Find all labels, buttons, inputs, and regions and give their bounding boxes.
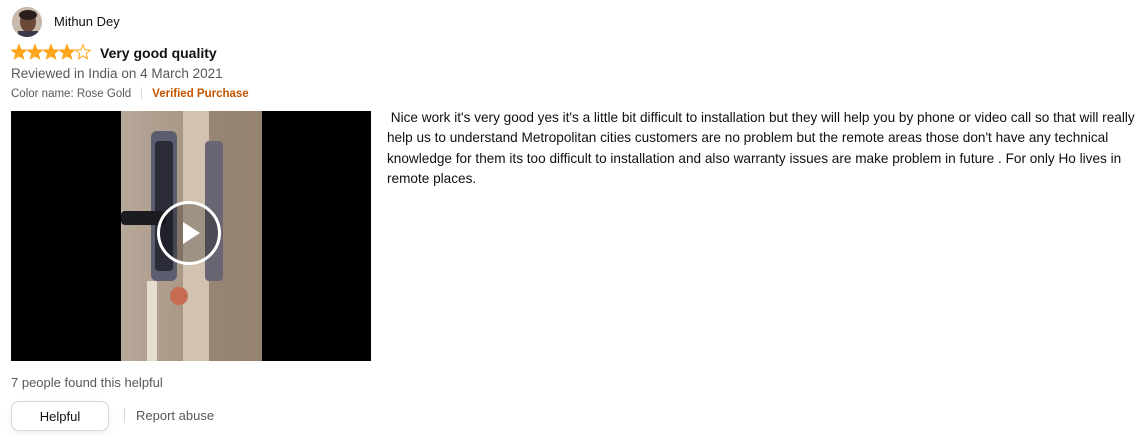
meta-divider	[141, 87, 143, 100]
play-icon	[183, 222, 200, 244]
review-video[interactable]	[11, 111, 371, 361]
star-filled-icon	[26, 44, 44, 60]
review-title[interactable]: Very good quality	[100, 45, 217, 61]
play-button[interactable]	[157, 201, 221, 265]
review-date: Reviewed in India on 4 March 2021	[11, 66, 223, 81]
star-filled-icon	[58, 44, 76, 60]
reviewer-avatar[interactable]	[12, 7, 42, 37]
star-filled-icon	[11, 44, 28, 60]
review-body: Nice work it's very good yes it's a litt…	[387, 110, 1139, 186]
review-meta: Color name: Rose Gold Verified Purchase	[11, 87, 249, 100]
variant-link[interactable]: Color name: Rose Gold	[11, 88, 131, 100]
star-filled-icon	[42, 44, 60, 60]
reviewer-name[interactable]: Mithun Dey	[54, 14, 120, 29]
verified-purchase-badge[interactable]: Verified Purchase	[152, 88, 249, 100]
star-rating	[11, 44, 91, 60]
helpful-button[interactable]: Helpful	[11, 401, 109, 431]
star-empty-icon	[74, 44, 91, 60]
helpful-count: 7 people found this helpful	[11, 375, 163, 390]
action-divider	[124, 408, 125, 423]
report-abuse-link[interactable]: Report abuse	[136, 408, 214, 423]
